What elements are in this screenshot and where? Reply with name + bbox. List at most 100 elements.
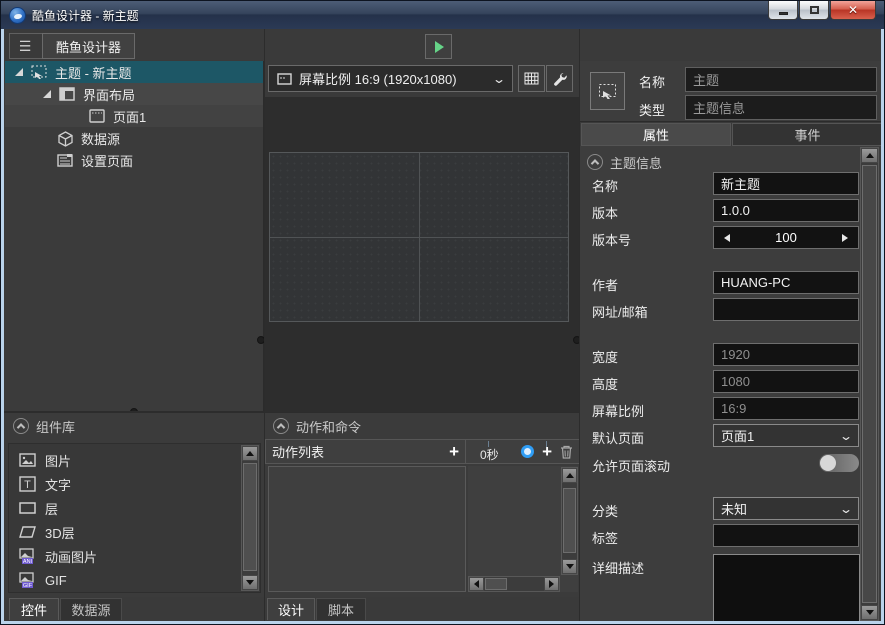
close-button[interactable]: ✕: [830, 1, 876, 20]
tree-item-page1[interactable]: 页面1: [5, 105, 263, 127]
minimize-icon: [779, 12, 788, 15]
component-item-3d-layer[interactable]: 3D层: [9, 520, 260, 544]
app-menu-button[interactable]: 酷鱼设计器: [42, 33, 135, 59]
add-action-button[interactable]: +: [449, 443, 459, 460]
chevron-down-icon: ⌄: [492, 72, 506, 86]
page-canvas[interactable]: [269, 152, 569, 322]
scroll-up-button[interactable]: [861, 148, 878, 163]
play-icon: [435, 41, 444, 53]
author-input[interactable]: [713, 271, 859, 294]
component-item-gif[interactable]: GIF GIF: [9, 568, 260, 592]
collapse-section-button[interactable]: [587, 154, 603, 170]
trash-icon[interactable]: [560, 445, 573, 459]
stepper-value: 100: [740, 230, 832, 245]
properties-scrollbar[interactable]: [860, 147, 879, 621]
tab-controls[interactable]: 控件: [9, 598, 59, 620]
component-item-text[interactable]: T 文字: [9, 472, 260, 496]
timeline-hscrollbar[interactable]: [468, 576, 560, 592]
scroll-up-button[interactable]: [562, 468, 577, 483]
maximize-button[interactable]: [799, 1, 829, 20]
component-item-animated-image[interactable]: ANI 动画图片: [9, 544, 260, 568]
svg-text:T: T: [24, 479, 31, 491]
design-canvas-area[interactable]: [264, 97, 580, 413]
scroll-down-button[interactable]: [242, 575, 258, 590]
tree-item-theme[interactable]: 主题 - 新主题: [5, 61, 263, 83]
scroll-left-button[interactable]: [469, 577, 484, 591]
window-frame-left: [1, 29, 4, 625]
scroll-down-button[interactable]: [861, 605, 878, 620]
timeline-track-area[interactable]: [468, 466, 578, 592]
tags-input[interactable]: [713, 524, 859, 547]
tab-script[interactable]: 脚本: [316, 598, 366, 620]
description-textarea[interactable]: [713, 554, 860, 622]
app-logo-icon: [9, 7, 26, 24]
stepper-decrease-button[interactable]: [714, 234, 740, 242]
component-library-panel: 组件库 图片 T 文字: [5, 413, 264, 597]
version-input[interactable]: [713, 199, 859, 222]
version-code-stepper[interactable]: 100: [713, 226, 859, 249]
settings-tools-button[interactable]: [546, 65, 573, 92]
url-email-input[interactable]: [713, 298, 859, 321]
tree-item-datasource[interactable]: 数据源: [5, 127, 263, 149]
grid-toggle-button[interactable]: [518, 65, 545, 92]
timeline-vscrollbar[interactable]: [561, 467, 578, 575]
window-frame-bottom: [1, 621, 884, 624]
stepper-increase-button[interactable]: [832, 234, 858, 242]
tab-datasource[interactable]: 数据源: [60, 598, 122, 620]
width-input: [713, 343, 859, 366]
default-page-select[interactable]: 页面1 ⌄: [713, 424, 859, 447]
grid-icon: [524, 72, 539, 85]
page-scroll-toggle[interactable]: [819, 454, 859, 472]
scrollbar-thumb[interactable]: [862, 165, 877, 603]
theme-name-input[interactable]: [713, 172, 859, 195]
tree-item-settings-page[interactable]: 设置页面: [5, 149, 263, 171]
arrow-down-icon: [246, 580, 254, 585]
object-type-input[interactable]: [685, 95, 877, 120]
collapse-panel-button[interactable]: [273, 418, 289, 434]
arrow-up-icon: [866, 153, 874, 158]
divider: [264, 412, 580, 413]
project-tree: 主题 - 新主题 界面布局 页面1 数据源: [5, 61, 264, 411]
component-item-image[interactable]: 图片: [9, 448, 260, 472]
object-name-input[interactable]: [685, 67, 877, 92]
main-content: ☰ 酷鱼设计器 主题 - 新主题 界面布局: [4, 29, 883, 623]
ratio-value: 屏幕比例 16:9 (1920x1080): [299, 69, 457, 88]
expander-icon[interactable]: [43, 90, 51, 98]
screen-ratio-dropdown[interactable]: 屏幕比例 16:9 (1920x1080) ⌄: [268, 65, 513, 92]
scroll-up-button[interactable]: [242, 446, 258, 461]
divider: [264, 29, 265, 623]
hamburger-icon[interactable]: ☰: [10, 34, 40, 58]
arrow-right-icon: [549, 580, 554, 588]
tree-item-layout[interactable]: 界面布局: [5, 83, 263, 105]
tab-events[interactable]: 事件: [732, 123, 883, 146]
tree-item-label: 界面布局: [83, 85, 135, 104]
run-preview-button[interactable]: [425, 34, 452, 59]
type-label: 类型: [639, 100, 665, 119]
record-keyframe-icon[interactable]: [521, 445, 534, 458]
action-list[interactable]: [268, 466, 466, 592]
toggle-knob: [820, 455, 836, 471]
tab-label: 脚本: [328, 600, 354, 619]
titlebar[interactable]: 酷鱼设计器 - 新主题 ✕: [1, 1, 884, 29]
scroll-down-button[interactable]: [562, 559, 577, 574]
chevron-down-icon: ⌄: [839, 502, 853, 516]
tab-label: 事件: [794, 125, 820, 144]
timeline-zero-label: 0秒: [480, 446, 499, 463]
scrollbar-thumb[interactable]: [485, 578, 507, 590]
expander-icon[interactable]: [15, 68, 23, 76]
component-item-layer[interactable]: 层: [9, 496, 260, 520]
scrollbar-thumb[interactable]: [243, 463, 257, 571]
minimize-button[interactable]: [768, 1, 798, 20]
collapse-panel-button[interactable]: [13, 418, 29, 434]
tab-properties[interactable]: 属性: [581, 123, 731, 146]
scrollbar-thumb[interactable]: [563, 488, 576, 553]
category-select[interactable]: 未知 ⌄: [713, 497, 859, 520]
maximize-icon: [810, 6, 819, 14]
tree-item-label: 数据源: [81, 129, 120, 148]
theme-icon: [598, 83, 617, 100]
tab-design[interactable]: 设计: [267, 598, 315, 620]
scroll-right-button[interactable]: [544, 577, 559, 591]
timeline-header: 0秒 +: [466, 439, 580, 464]
library-scrollbar[interactable]: [241, 445, 259, 591]
add-keyframe-button[interactable]: +: [542, 443, 552, 460]
